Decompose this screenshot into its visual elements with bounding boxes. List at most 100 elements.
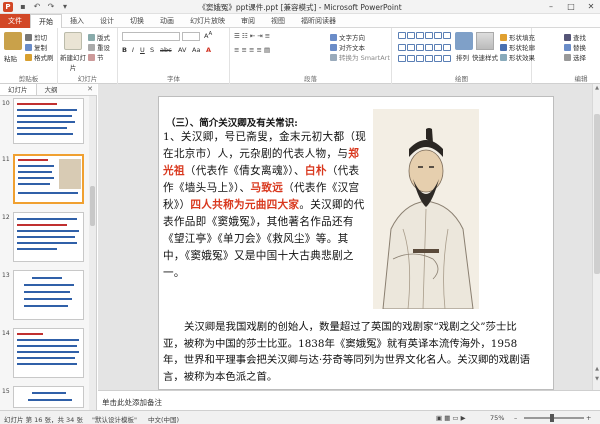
copy-button[interactable]: 复制 [25,42,47,52]
tab-slides-thumbnails[interactable]: 幻灯片 [0,84,37,95]
char-spacing-icon[interactable]: AV [178,46,186,54]
shape-item[interactable] [443,55,451,63]
undo-icon[interactable]: ↶ [32,2,42,12]
customize-icon[interactable]: ▾ [60,2,70,12]
language-indicator[interactable]: 中文(中国) [148,414,179,424]
find-button[interactable]: 查找 [564,32,586,42]
zoom-in-icon[interactable]: + [586,414,591,422]
shape-outline-button[interactable]: 形状轮廓 [500,42,535,52]
shape-item[interactable] [443,43,451,51]
strikethrough-icon[interactable]: abc [160,46,172,54]
zoom-out-icon[interactable]: – [514,414,517,422]
panel-close-icon[interactable]: ✕ [87,85,93,93]
shape-item[interactable] [407,43,415,51]
panel-scrollbar[interactable] [89,96,96,410]
bold-icon[interactable]: B [122,46,127,54]
font-color-icon[interactable]: A [206,46,211,54]
scroll-up-icon[interactable]: ▲ [593,85,600,91]
shape-effects-button[interactable]: 形状效果 [500,52,535,62]
slide-paragraph-2[interactable]: 关汉卿是我国戏剧的创始人，数量超过了英国的戏剧家“戏剧之父”莎士比亚，被称为中国… [163,319,533,385]
slide-thumbnail-14[interactable] [13,328,84,378]
align-text-button[interactable]: 对齐文本 [330,42,365,52]
shadow-icon[interactable]: S [150,46,154,54]
slide[interactable]: （三）、简介关汉卿及有关常识: 1、关汉卿，号已斋叟，金末元初大都（现在北京市）… [158,96,554,390]
font-size-select[interactable] [182,32,200,41]
tab-design[interactable]: 设计 [92,14,122,28]
slide-heading[interactable]: （三）、简介关汉卿及有关常识: [166,115,298,129]
section-button[interactable]: 节 [88,52,104,62]
new-slide-button[interactable]: 新建幻灯片 [60,52,86,72]
slide-thumbnail-11[interactable] [13,154,84,204]
select-button[interactable]: 选择 [564,52,586,62]
shape-item[interactable] [416,55,424,63]
italic-icon[interactable]: I [132,46,134,54]
shape-item[interactable] [425,55,433,63]
slide-thumbnail-10[interactable] [13,98,84,144]
shape-item[interactable] [443,32,451,39]
shape-item[interactable] [398,32,406,39]
main-scrollbar[interactable]: ▲ ▲ ▼ [592,84,600,390]
cut-button[interactable]: 剪切 [25,32,47,42]
new-slide-icon[interactable] [64,32,82,50]
shape-item[interactable] [398,55,406,63]
reset-button[interactable]: 重设 [88,42,110,52]
shape-item[interactable] [416,32,424,39]
align-icons[interactable]: ≡ ≡ ≡ ≡ ▤ [234,46,270,54]
tab-animations[interactable]: 动画 [152,14,182,28]
shape-item[interactable] [434,32,442,39]
smartart-button[interactable]: 转换为 SmartArt [330,52,390,62]
paste-icon[interactable] [4,32,22,50]
tab-outline[interactable]: 大纲 [37,84,66,95]
font-name-select[interactable] [122,32,180,41]
minimize-icon[interactable]: – [544,1,558,12]
zoom-slider-thumb[interactable] [550,414,554,422]
slide-thumbnail-15[interactable] [13,386,84,408]
tab-view[interactable]: 视图 [263,14,293,28]
redo-icon[interactable]: ↷ [46,2,56,12]
shape-item[interactable] [425,32,433,39]
shape-item[interactable] [434,43,442,51]
tab-foxit[interactable]: 福昕阅读器 [293,14,344,28]
notes-placeholder[interactable]: 单击此处添加备注 [102,397,162,408]
next-slide-icon[interactable]: ▼ [593,376,600,382]
slide-paragraph-1[interactable]: 1、关汉卿，号已斋叟，金末元初大都（现在北京市）人，元杂剧的代表人物，与郑光祖（… [163,129,369,282]
change-case-icon[interactable]: Aa [192,46,200,54]
text-direction-button[interactable]: 文字方向 [330,32,365,42]
replace-button[interactable]: 替换 [564,42,586,52]
tab-file[interactable]: 文件 [0,13,30,28]
arrange-button[interactable]: 排列 [456,52,469,62]
zoom-level[interactable]: 75% [490,414,504,422]
layout-button[interactable]: 版式 [88,32,110,42]
shape-fill-button[interactable]: 形状填充 [500,32,535,42]
quick-styles-button[interactable]: 快速样式 [472,52,498,62]
tab-insert[interactable]: 插入 [62,14,92,28]
format-painter-button[interactable]: 格式刷 [25,52,54,62]
slide-thumbnail-12[interactable] [13,212,84,262]
powerpoint-app-icon[interactable]: P [3,2,13,12]
shape-item[interactable] [425,43,433,51]
tab-home[interactable]: 开始 [30,13,62,28]
notes-pane[interactable]: 单击此处添加备注 [98,390,600,410]
paste-button[interactable]: 粘贴 [4,53,17,63]
zoom-slider[interactable] [524,414,584,422]
grow-font-icon[interactable]: AA [204,31,212,40]
shape-item[interactable] [407,55,415,63]
arrange-icon[interactable] [455,32,473,50]
maximize-icon[interactable]: □ [564,1,578,12]
shape-item[interactable] [416,43,424,51]
tab-review[interactable]: 审阅 [233,14,263,28]
quick-styles-icon[interactable] [476,32,494,50]
prev-slide-icon[interactable]: ▲ [593,366,600,372]
guan-hanqing-portrait[interactable] [373,109,479,309]
tab-slideshow[interactable]: 幻灯片放映 [182,14,233,28]
bullets-icon[interactable]: ☰ ☷ ⇤ ⇥ ≡ [234,32,270,40]
underline-icon[interactable]: U [140,46,145,54]
main-scrollbar-thumb[interactable] [594,114,600,274]
shape-item[interactable] [407,32,415,39]
slide-thumbnail-13[interactable] [13,270,84,320]
tab-transitions[interactable]: 切换 [122,14,152,28]
shapes-gallery[interactable] [398,32,451,66]
shape-item[interactable] [434,55,442,63]
shape-item[interactable] [398,43,406,51]
save-icon[interactable]: ▪ [18,2,28,12]
